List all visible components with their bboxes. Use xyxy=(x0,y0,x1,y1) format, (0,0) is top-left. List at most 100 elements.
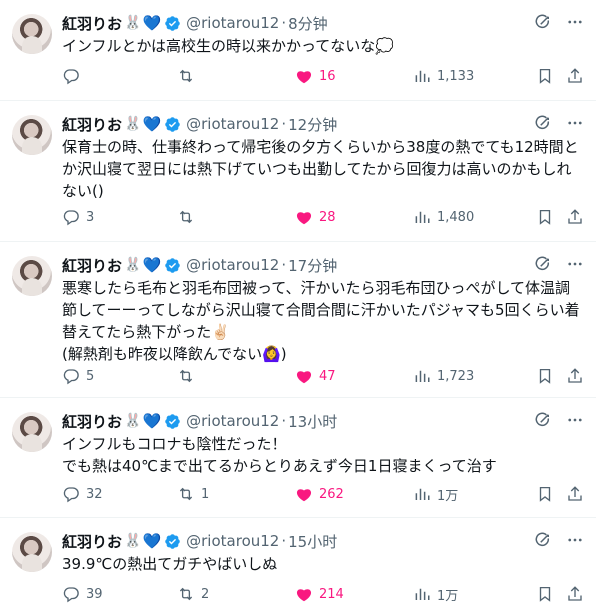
retweet-button[interactable] xyxy=(177,207,201,227)
reply-button[interactable]: 32 xyxy=(62,484,103,504)
author-handle[interactable]: @riotarou12 xyxy=(186,532,279,550)
share-icon xyxy=(568,368,582,383)
grok-icon[interactable] xyxy=(534,114,552,132)
author-handle[interactable]: @riotarou12 xyxy=(186,115,279,133)
share-button[interactable] xyxy=(566,584,584,604)
author-name[interactable]: 紅羽りお xyxy=(62,114,122,135)
separator-dot: · xyxy=(281,256,287,274)
share-button[interactable] xyxy=(566,484,584,504)
grok-icon[interactable] xyxy=(534,13,552,31)
tweet-header: 紅羽りお 🐰 💙 @riotarou12 · 12分钟 xyxy=(62,114,584,134)
tweet[interactable]: 紅羽りお 🐰 💙 @riotarou12 · 8分钟 インフルとかは高校生の時以… xyxy=(0,0,596,101)
separator-dot: · xyxy=(281,14,287,32)
avatar[interactable] xyxy=(12,532,52,572)
header-icons xyxy=(534,531,584,549)
author-handle[interactable]: @riotarou12 xyxy=(186,256,279,274)
author-handle[interactable]: @riotarou12 xyxy=(186,412,279,430)
analytics-icon xyxy=(415,70,430,82)
bookmark-button[interactable] xyxy=(536,484,554,504)
share-button[interactable] xyxy=(566,366,584,386)
tweet[interactable]: 紅羽りお 🐰 💙 @riotarou12 · 15小时 39.9℃の熱出てガチや… xyxy=(0,518,596,606)
share-icon xyxy=(568,586,582,601)
views-button[interactable]: 1,480 xyxy=(413,207,474,227)
avatar[interactable] xyxy=(12,14,52,54)
verified-badge-icon xyxy=(165,533,180,549)
grok-icon[interactable] xyxy=(534,255,552,273)
heart-emoji: 💙 xyxy=(142,115,162,133)
tweet[interactable]: 紅羽りお 🐰 💙 @riotarou12 · 17分钟 悪寒したら毛布と羽毛布団… xyxy=(0,242,596,398)
retweet-button[interactable]: 1 xyxy=(177,484,209,504)
author-name[interactable]: 紅羽りお xyxy=(62,531,122,552)
retweet-button[interactable] xyxy=(177,366,201,386)
bookmark-button[interactable] xyxy=(536,207,554,227)
tweet-header: 紅羽りお 🐰 💙 @riotarou12 · 8分钟 xyxy=(62,13,584,33)
tweet-header: 紅羽りお 🐰 💙 @riotarou12 · 13小时 xyxy=(62,411,584,431)
heart-filled-icon xyxy=(296,212,312,225)
share-icon xyxy=(568,209,582,224)
heart-filled-icon xyxy=(296,489,312,502)
header-icons xyxy=(534,255,584,273)
heart-emoji: 💙 xyxy=(142,256,162,274)
more-icon[interactable] xyxy=(566,531,584,549)
reply-button[interactable] xyxy=(62,66,86,86)
like-button[interactable]: 262 xyxy=(295,484,344,504)
like-button[interactable]: 28 xyxy=(295,207,336,227)
reply-icon xyxy=(63,69,79,85)
more-icon[interactable] xyxy=(566,13,584,31)
bookmark-button[interactable] xyxy=(536,584,554,604)
avatar[interactable] xyxy=(12,412,52,452)
more-icon[interactable] xyxy=(566,411,584,429)
author-handle[interactable]: @riotarou12 xyxy=(186,14,279,32)
avatar[interactable] xyxy=(12,256,52,296)
grok-icon[interactable] xyxy=(534,531,552,549)
action-bar: 3 28 1,480 xyxy=(62,207,584,227)
author-name[interactable]: 紅羽りお xyxy=(62,411,122,432)
bookmark-button[interactable] xyxy=(536,366,554,386)
heart-filled-icon xyxy=(296,589,312,602)
share-button[interactable] xyxy=(566,207,584,227)
separator-dot: · xyxy=(281,115,287,133)
verified-badge-icon xyxy=(165,116,180,132)
like-button[interactable]: 16 xyxy=(295,66,336,86)
tweet-time[interactable]: 15小时 xyxy=(288,531,337,552)
views-button[interactable]: 1万 xyxy=(413,484,458,504)
retweet-button[interactable]: 2 xyxy=(177,584,209,604)
author-name[interactable]: 紅羽りお xyxy=(62,13,122,34)
reply-button[interactable]: 5 xyxy=(62,366,94,386)
more-icon[interactable] xyxy=(566,114,584,132)
author-name[interactable]: 紅羽りお xyxy=(62,255,122,276)
tweet-time[interactable]: 13小时 xyxy=(288,411,337,432)
retweet-icon xyxy=(179,210,193,224)
retweet-button[interactable] xyxy=(177,66,201,86)
bookmark-button[interactable] xyxy=(536,66,554,86)
reply-button[interactable]: 39 xyxy=(62,584,103,604)
reply-icon xyxy=(63,587,79,603)
tweet-time[interactable]: 8分钟 xyxy=(288,13,328,34)
avatar[interactable] xyxy=(12,115,52,155)
tweet-text: インフルとかは高校生の時以来かかってないな💭 xyxy=(62,37,394,55)
tweet-time[interactable]: 17分钟 xyxy=(288,255,337,276)
tweet-time[interactable]: 12分钟 xyxy=(288,114,337,135)
bookmark-icon xyxy=(539,209,551,225)
view-count: 1,723 xyxy=(437,368,475,384)
tweet-text: 保育士の時、仕事終わって帰宅後の夕方くらいから38度の熱でても12時間とか沢山寝… xyxy=(62,138,579,200)
views-button[interactable]: 1万 xyxy=(413,584,458,604)
more-icon[interactable] xyxy=(566,255,584,273)
like-button[interactable]: 47 xyxy=(295,366,336,386)
reply-icon xyxy=(63,210,79,226)
analytics-icon xyxy=(415,588,430,600)
reply-button[interactable]: 3 xyxy=(62,207,94,227)
reply-count: 39 xyxy=(86,586,103,602)
analytics-icon xyxy=(415,370,430,382)
tweet[interactable]: 紅羽りお 🐰 💙 @riotarou12 · 12分钟 保育士の時、仕事終わって… xyxy=(0,101,596,242)
like-count: 214 xyxy=(319,586,344,602)
like-count: 47 xyxy=(319,368,336,384)
share-button[interactable] xyxy=(566,66,584,86)
analytics-icon xyxy=(415,488,430,500)
like-button[interactable]: 214 xyxy=(295,584,344,604)
tweet-header: 紅羽りお 🐰 💙 @riotarou12 · 17分钟 xyxy=(62,255,584,275)
grok-icon[interactable] xyxy=(534,411,552,429)
tweet[interactable]: 紅羽りお 🐰 💙 @riotarou12 · 13小时 インフルもコロナも陰性だ… xyxy=(0,398,596,518)
views-button[interactable]: 1,723 xyxy=(413,366,474,386)
views-button[interactable]: 1,133 xyxy=(413,66,474,86)
